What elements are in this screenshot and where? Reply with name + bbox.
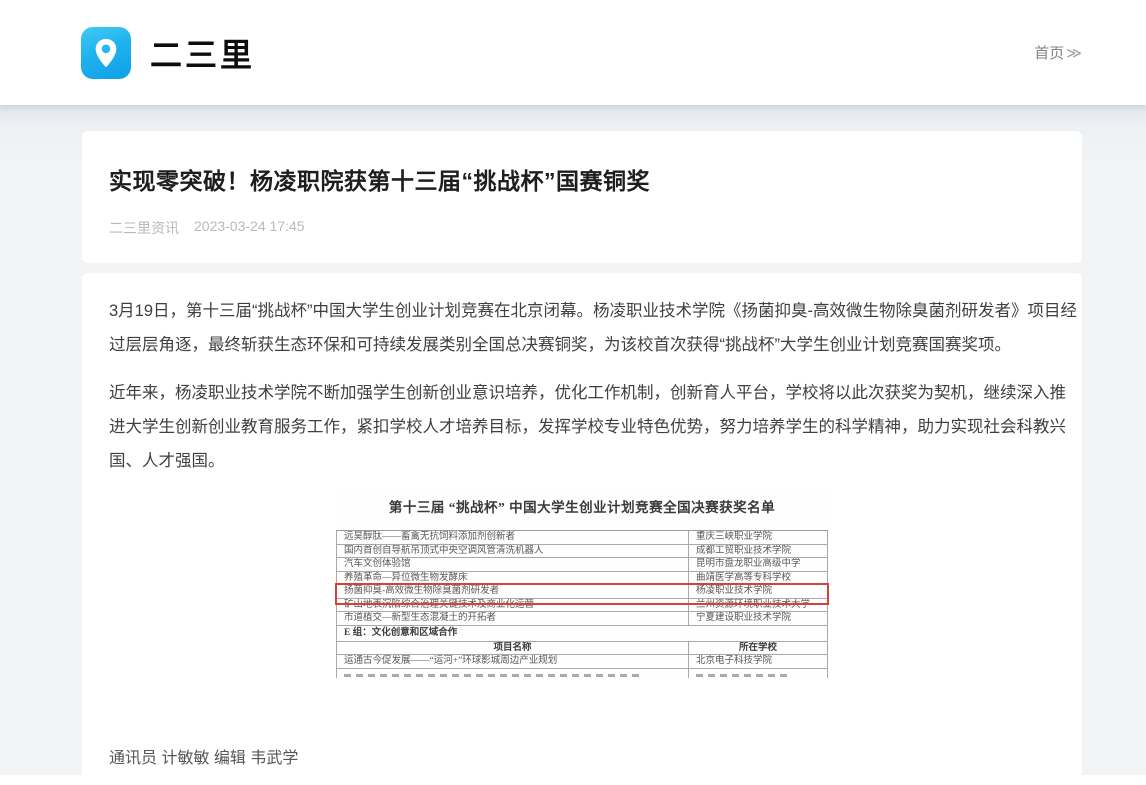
school-name-cell: 杨凌职业技术学院: [689, 585, 827, 598]
award-table-row: 扬菌抑臭-高效微生物除臭菌剂研发者 杨凌职业技术学院: [337, 585, 827, 599]
school-name-cell: 昆明市盘龙职业高级中学: [689, 558, 827, 571]
truncated-text-marks: [337, 669, 689, 678]
award-table-rows-group2: 运通古今促发展——“运河+”环球影城周边产业规划 北京电子科技学院: [337, 655, 827, 669]
column-header-school: 所在学校: [689, 642, 827, 655]
article-credits: 通讯员 计敏敏 编辑 韦武学: [109, 744, 1055, 768]
school-name-cell: 北京电子科技学院: [689, 655, 827, 668]
award-table: 远昊醇肽——畜禽无抗饲料添加剂创新者 重庆三峡职业学院 国内首创自导航吊顶式中央…: [336, 530, 828, 678]
nav-home-label: 首页: [1034, 42, 1064, 63]
article-title: 实现零突破！杨凌职院获第十三届“挑战杯”国赛铜奖: [109, 166, 1055, 197]
project-name-cell: 养殖革命—异位微生物发酵床: [337, 572, 689, 585]
award-table-row: 矿山地表沉陷综合治理关键技术及商业化运营 兰州资源环境职业技术大学: [337, 599, 827, 613]
map-pin-icon: [91, 37, 121, 69]
article-paragraph-1: 3月19日，第十三届“挑战杯”中国大学生创业计划竞赛在北京闭幕。杨凌职业技术学院…: [109, 294, 1055, 362]
paragraph-line: 进大学生创新创业教育服务工作，紧扣学校人才培养目标，发挥学校专业特色优势，努力培…: [109, 410, 1055, 444]
project-name-cell: 矿山地表沉陷综合治理关键技术及商业化运营: [337, 599, 689, 612]
award-table-row: 养殖革命—异位微生物发酵床 曲靖医学高等专科学校: [337, 572, 827, 586]
award-list-image[interactable]: 第十三届 “挑战杯” 中国大学生创业计划竞赛全国决赛获奖名单 远昊醇肽——畜禽无…: [336, 489, 828, 678]
column-header-project: 项目名称: [337, 642, 689, 655]
project-name-cell: 市道植交—新型生态混凝土的开拓者: [337, 612, 689, 625]
article-title-card: 实现零突破！杨凌职院获第十三届“挑战杯”国赛铜奖 二三里资讯 2023-03-2…: [82, 131, 1082, 263]
award-table-truncated-row: [337, 669, 827, 678]
award-table-row: 市道植交—新型生态混凝土的开拓者 宁夏建设职业技术学院: [337, 612, 827, 626]
award-table-rows-group1: 远昊醇肽——畜禽无抗饲料添加剂创新者 重庆三峡职业学院 国内首创自导航吊顶式中央…: [337, 531, 827, 626]
award-table-row: 运通古今促发展——“运河+”环球影城周边产业规划 北京电子科技学院: [337, 655, 827, 669]
paragraph-line: 3月19日，第十三届“挑战杯”中国大学生创业计划竞赛在北京闭幕。杨凌职业技术学院…: [109, 294, 1055, 328]
project-name-cell: 运通古今促发展——“运河+”环球影城周边产业规划: [337, 655, 689, 668]
article-paragraph-2: 近年来，杨凌职业技术学院不断加强学生创新创业意识培养，优化工作机制，创新育人平台…: [109, 376, 1055, 478]
truncated-text-marks: [689, 669, 827, 678]
paragraph-line: 国、人才强国。: [109, 444, 1055, 478]
school-name-cell: 宁夏建设职业技术学院: [689, 612, 827, 625]
award-table-header-row: 项目名称 所在学校: [337, 642, 827, 656]
project-name-cell: 国内首创自导航吊顶式中央空调风管清洗机器人: [337, 545, 689, 558]
school-name-cell: 曲靖医学高等专科学校: [689, 572, 827, 585]
project-name-cell: 远昊醇肽——畜禽无抗饲料添加剂创新者: [337, 531, 689, 544]
site-header: 二三里 首页 ≫: [0, 0, 1146, 105]
location-pin-logo-icon: [81, 27, 131, 79]
award-table-row: 远昊醇肽——畜禽无抗饲料添加剂创新者 重庆三峡职业学院: [337, 531, 827, 545]
brand[interactable]: 二三里: [81, 27, 255, 79]
article-meta: 二三里资讯 2023-03-24 17:45: [109, 218, 1055, 238]
school-name-cell: 成都工贸职业技术学院: [689, 545, 827, 558]
article-publish-time: 2023-03-24 17:45: [194, 218, 305, 238]
award-table-row: 汽车文创体验馆 昆明市盘龙职业高级中学: [337, 558, 827, 572]
project-name-cell: 扬菌抑臭-高效微生物除臭菌剂研发者: [337, 585, 689, 598]
section-header-cell: E 组：文化创意和区域合作: [337, 626, 827, 641]
article-source: 二三里资讯: [109, 218, 179, 238]
article-body-card: 3月19日，第十三届“挑战杯”中国大学生创业计划竞赛在北京闭幕。杨凌职业技术学院…: [82, 273, 1082, 785]
chevron-right-double-icon: ≫: [1066, 44, 1080, 62]
school-name-cell: 兰州资源环境职业技术大学: [689, 599, 827, 612]
nav-home-link[interactable]: 首页 ≫: [1034, 42, 1080, 63]
paragraph-line: 过层层角逐，最终斩获生态环保和可持续发展类别全国总决赛铜奖，为该校首次获得“挑战…: [109, 328, 1055, 362]
award-table-section-row: E 组：文化创意和区域合作: [337, 626, 827, 642]
award-table-row: 国内首创自导航吊顶式中央空调风管清洗机器人 成都工贸职业技术学院: [337, 545, 827, 559]
award-list-title: 第十三届 “挑战杯” 中国大学生创业计划竞赛全国决赛获奖名单: [336, 496, 828, 516]
project-name-cell: 汽车文创体验馆: [337, 558, 689, 571]
paragraph-line: 近年来，杨凌职业技术学院不断加强学生创新创业意识培养，优化工作机制，创新育人平台…: [109, 376, 1055, 410]
brand-name: 二三里: [150, 30, 255, 76]
school-name-cell: 重庆三峡职业学院: [689, 531, 827, 544]
page: 二三里 首页 ≫ 实现零突破！杨凌职院获第十三届“挑战杯”国赛铜奖 二三里资讯 …: [0, 0, 1146, 785]
